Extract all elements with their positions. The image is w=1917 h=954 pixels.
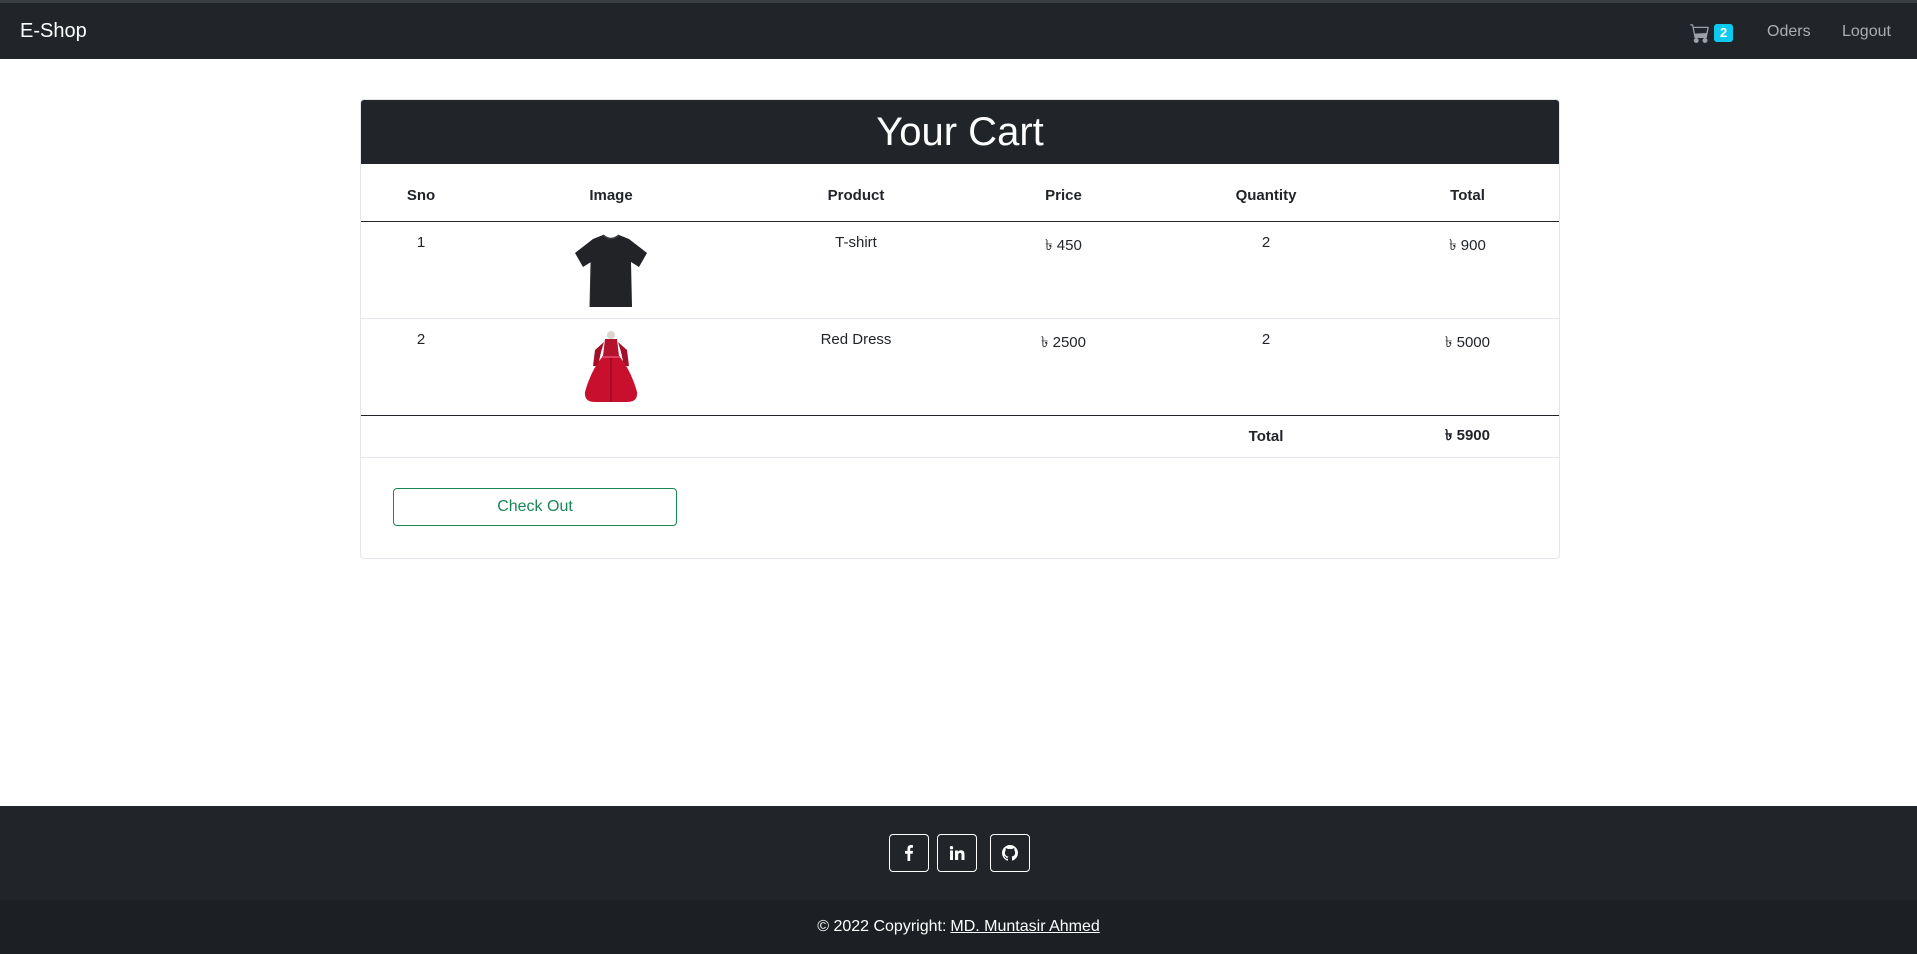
header-sno: Sno — [361, 164, 481, 222]
cart-table-header: Sno Image Product Price Quantity Total — [361, 164, 1559, 222]
linkedin-icon — [949, 845, 965, 861]
cart-title: Your Cart — [361, 100, 1559, 164]
logout-link[interactable]: Logout — [1842, 23, 1891, 41]
brand-link[interactable]: E-Shop — [20, 20, 87, 43]
header-image: Image — [481, 164, 741, 222]
header-total: Total — [1376, 164, 1559, 222]
table-row: 1 T-shirt ৳ 450 2 ৳ 900 — [361, 221, 1559, 319]
cart-icon — [1690, 23, 1710, 43]
github-icon — [1002, 845, 1018, 861]
total-label: Total — [1156, 415, 1376, 458]
tshirt-image — [571, 233, 651, 309]
linkedin-button[interactable] — [937, 834, 977, 872]
red-dress-image — [571, 330, 651, 406]
cart-table: Sno Image Product Price Quantity Total 1 — [361, 164, 1559, 458]
row-sno: 2 — [361, 318, 481, 416]
cart-link[interactable]: 2 — [1690, 21, 1734, 45]
row-product: T-shirt — [741, 221, 971, 319]
row-price: ৳ 2500 — [971, 318, 1156, 416]
table-row: 2 Red Dress ৳ 2500 2 ৳ 5000 — [361, 318, 1559, 416]
row-total: ৳ 900 — [1376, 221, 1559, 319]
row-quantity: 2 — [1156, 318, 1376, 416]
row-product: Red Dress — [741, 318, 971, 416]
grand-total: ৳ 5900 — [1376, 415, 1559, 458]
header-quantity: Quantity — [1156, 164, 1376, 222]
row-quantity: 2 — [1156, 221, 1376, 319]
copyright-text: © 2022 Copyright: — [817, 918, 947, 935]
header-price: Price — [971, 164, 1156, 222]
facebook-button[interactable] — [889, 834, 929, 872]
cart-card: Your Cart Sno Image Product Price Quanti… — [360, 99, 1560, 559]
copyright-bar: © 2022 Copyright: MD. Muntasir Ahmed — [0, 900, 1917, 954]
row-image-cell — [481, 221, 741, 319]
cart-count-badge: 2 — [1714, 24, 1734, 42]
row-price: ৳ 450 — [971, 221, 1156, 319]
total-row: Total ৳ 5900 — [361, 415, 1559, 458]
header-product: Product — [741, 164, 971, 222]
row-total: ৳ 5000 — [1376, 318, 1559, 416]
facebook-icon — [901, 845, 917, 861]
orders-link[interactable]: Oders — [1767, 23, 1811, 41]
author-link[interactable]: MD. Muntasir Ahmed — [950, 918, 1099, 936]
row-image-cell — [481, 318, 741, 416]
row-sno: 1 — [361, 221, 481, 319]
navbar: E-Shop 2 Oders Logout — [0, 3, 1917, 59]
checkout-button[interactable]: Check Out — [393, 488, 677, 526]
footer — [0, 806, 1917, 900]
github-button[interactable] — [990, 834, 1030, 872]
